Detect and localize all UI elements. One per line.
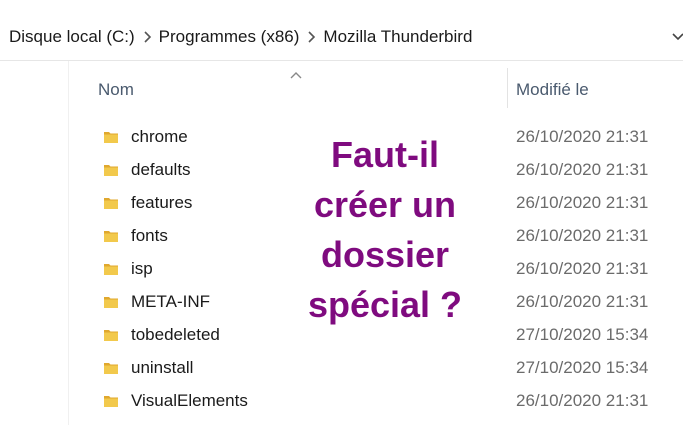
item-date-modified: 26/10/2020 21:31 bbox=[516, 292, 649, 311]
item-date-modified: 27/10/2020 15:34 bbox=[516, 325, 649, 344]
breadcrumb-item-drive[interactable]: Disque local (C:) bbox=[9, 27, 135, 47]
folder-icon bbox=[104, 198, 118, 209]
chevron-right-icon[interactable] bbox=[135, 26, 159, 48]
column-header-date-modified[interactable]: Modifié le bbox=[516, 80, 589, 100]
list-item[interactable]: uninstall 27/10/2020 15:34 bbox=[0, 351, 683, 384]
item-date-modified: 27/10/2020 15:34 bbox=[516, 358, 649, 377]
item-name: chrome bbox=[131, 127, 188, 146]
item-name: VisualElements bbox=[131, 391, 248, 410]
item-date-modified: 26/10/2020 21:31 bbox=[516, 160, 649, 179]
breadcrumb-item-programmes[interactable]: Programmes (x86) bbox=[159, 27, 300, 47]
folder-icon bbox=[104, 231, 118, 242]
item-name: tobedeleted bbox=[131, 325, 220, 344]
chevron-right-icon[interactable] bbox=[299, 26, 323, 48]
list-item[interactable]: VisualElements 26/10/2020 21:31 bbox=[0, 384, 683, 417]
overlay-line: créer un bbox=[313, 184, 457, 225]
folder-icon bbox=[104, 396, 118, 407]
overlay-question-text: Faut-il créer un dossier spécial ? bbox=[270, 130, 500, 330]
folder-icon bbox=[104, 363, 118, 374]
folder-icon bbox=[104, 330, 118, 341]
item-name: features bbox=[131, 193, 193, 212]
item-date-modified: 26/10/2020 21:31 bbox=[516, 193, 649, 212]
column-divider[interactable] bbox=[507, 68, 508, 108]
address-bar[interactable]: Disque local (C:) Programmes (x86) Mozil… bbox=[0, 0, 683, 61]
item-date-modified: 26/10/2020 21:31 bbox=[516, 391, 649, 410]
item-date-modified: 26/10/2020 21:31 bbox=[516, 127, 649, 146]
chevron-down-icon[interactable] bbox=[671, 28, 683, 46]
item-name: META-INF bbox=[131, 292, 211, 311]
sort-ascending-icon bbox=[289, 66, 303, 84]
breadcrumb-item-thunderbird[interactable]: Mozilla Thunderbird bbox=[323, 27, 472, 47]
item-name: isp bbox=[131, 259, 153, 278]
folder-icon bbox=[104, 132, 118, 143]
column-header-name[interactable]: Nom bbox=[98, 80, 134, 100]
item-name: defaults bbox=[131, 160, 191, 179]
folder-icon bbox=[104, 264, 118, 275]
overlay-line: Faut-il bbox=[331, 134, 439, 175]
overlay-line: dossier bbox=[320, 234, 450, 275]
item-name: fonts bbox=[131, 226, 168, 245]
folder-icon bbox=[104, 165, 118, 176]
item-date-modified: 26/10/2020 21:31 bbox=[516, 259, 649, 278]
item-date-modified: 26/10/2020 21:31 bbox=[516, 226, 649, 245]
overlay-line: spécial ? bbox=[307, 284, 463, 325]
breadcrumb: Disque local (C:) Programmes (x86) Mozil… bbox=[9, 26, 472, 48]
folder-icon bbox=[104, 297, 118, 308]
item-name: uninstall bbox=[131, 358, 194, 377]
